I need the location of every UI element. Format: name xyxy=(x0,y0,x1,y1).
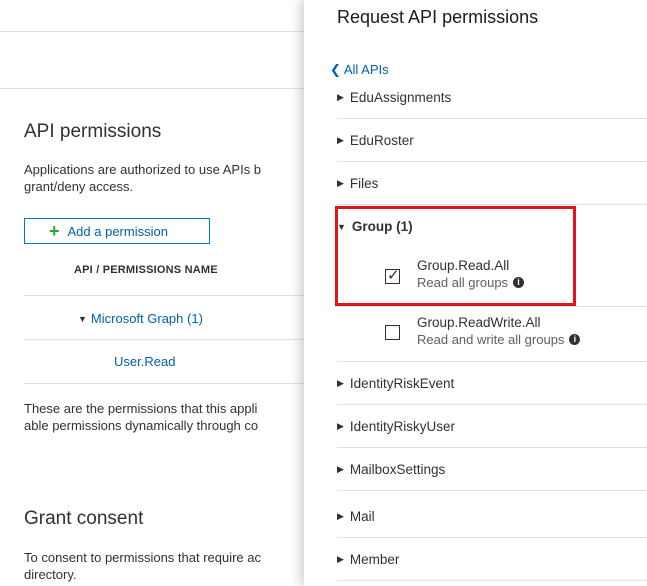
api-category-eduroster[interactable]: ▶ EduRoster xyxy=(337,119,647,162)
description-line: grant/deny access. xyxy=(24,179,134,194)
category-label: IdentityRiskyUser xyxy=(349,418,455,434)
api-category-eduassignments[interactable]: ▶ EduAssignments xyxy=(337,76,647,119)
caret-right-icon: ▶ xyxy=(337,134,344,145)
permission-description: Read and write all groups xyxy=(417,332,565,347)
api-name-link[interactable]: Microsoft Graph (1) xyxy=(91,311,203,326)
divider xyxy=(335,306,647,307)
divider xyxy=(0,88,320,89)
divider xyxy=(24,383,320,384)
api-category-identityriskyuser[interactable]: ▶ IdentityRiskyUser xyxy=(337,405,647,448)
panel-title: Request API permissions xyxy=(337,7,539,27)
api-category-mail[interactable]: ▶ Mail xyxy=(337,495,647,538)
api-row[interactable]: ▼ Microsoft Graph (1) xyxy=(78,311,203,326)
category-label: EduAssignments xyxy=(349,89,452,105)
category-label: EduRoster xyxy=(349,132,414,148)
permission-note: able permissions dynamically through co xyxy=(24,418,259,433)
category-label: Member xyxy=(349,551,400,567)
divider xyxy=(24,295,320,296)
category-label: IdentityRiskEvent xyxy=(349,375,455,391)
highlight-box xyxy=(335,206,576,306)
caret-right-icon: ▶ xyxy=(337,553,344,564)
caret-right-icon: ▶ xyxy=(337,420,344,431)
add-permission-button[interactable]: + Add a permission xyxy=(24,218,210,244)
column-header: API / PERMISSIONS NAME xyxy=(74,264,218,276)
caret-right-icon: ▶ xyxy=(337,463,344,474)
consent-text: directory. xyxy=(24,567,77,582)
category-label: Mail xyxy=(349,508,375,524)
divider xyxy=(24,339,320,340)
consent-text: To consent to permissions that require a… xyxy=(24,550,262,565)
api-category-identityriskevent[interactable]: ▶ IdentityRiskEvent xyxy=(337,362,647,405)
permission-group-readwrite-all: Group.ReadWrite.All Read and write all g… xyxy=(417,315,581,347)
permission-note: These are the permissions that this appl… xyxy=(24,401,258,416)
consent-title: Grant consent xyxy=(24,508,144,529)
api-category-member[interactable]: ▶ Member xyxy=(337,538,647,581)
category-label: MailboxSettings xyxy=(349,461,446,477)
divider xyxy=(0,31,320,32)
caret-right-icon: ▶ xyxy=(337,510,344,521)
add-permission-label: Add a permission xyxy=(67,223,168,239)
category-label: Files xyxy=(349,175,379,191)
permission-name: Group.ReadWrite.All xyxy=(417,315,541,330)
description-line: Applications are authorized to use APIs … xyxy=(24,162,262,177)
section-title: API permissions xyxy=(24,121,162,142)
api-category-mailboxsettings[interactable]: ▶ MailboxSettings xyxy=(337,448,647,491)
caret-right-icon: ▶ xyxy=(337,377,344,388)
info-icon[interactable]: i xyxy=(569,334,581,345)
plus-icon: + xyxy=(49,221,60,241)
api-permissions-page: API permissions Applications are authori… xyxy=(0,0,320,586)
group-readwrite-all-checkbox[interactable] xyxy=(385,325,400,340)
permission-link[interactable]: User.Read xyxy=(114,354,175,369)
divider xyxy=(337,361,647,362)
api-category-files[interactable]: ▶ Files xyxy=(337,162,647,205)
caret-right-icon: ▶ xyxy=(337,177,344,188)
caret-right-icon: ▶ xyxy=(337,91,344,102)
caret-down-icon: ▼ xyxy=(78,313,87,324)
chevron-left-icon: ❮ xyxy=(330,62,341,77)
